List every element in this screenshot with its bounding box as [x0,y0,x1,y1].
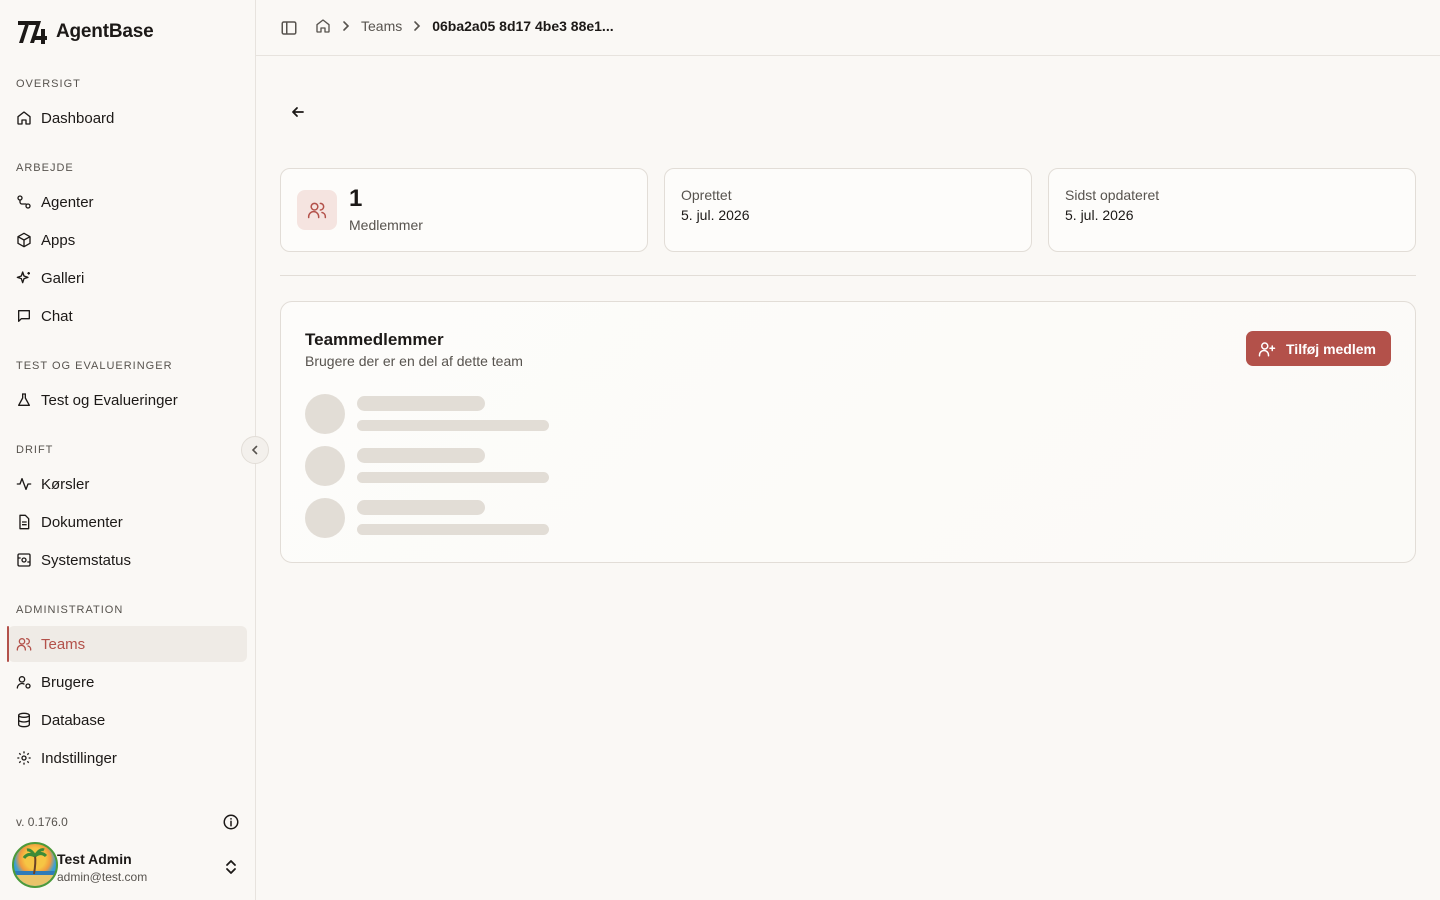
divider [280,275,1416,276]
message-icon [18,310,30,322]
chevron-left-icon [251,445,258,455]
skeleton-avatar [305,498,345,538]
agents-icon [17,195,31,209]
chevron-right-icon [343,21,350,31]
breadcrumb-teams[interactable]: Teams [361,18,402,34]
members-count-label: Medlemmer [349,217,423,233]
add-member-button[interactable]: Tilføj medlem [1246,331,1391,366]
user-menu[interactable]: Test Admin admin@test.com [12,842,248,890]
sidebar-item-label: Systemstatus [41,551,132,569]
sparkles-icon [16,271,30,284]
updated-label: Sidst opdateret [1065,187,1160,203]
sidebar-item-dashboard[interactable]: Dashboard [8,100,247,136]
user-email: admin@test.com [57,870,148,884]
database-icon [18,712,30,728]
topbar: Teams 06ba2a05 8d17 4be3 88e1... [256,0,1440,56]
created-card: Oprettet 5. jul. 2026 [664,168,1032,252]
sidebar-item-label: Teams [41,635,86,653]
skeleton-line [357,420,549,431]
skeleton-avatar [305,446,345,486]
skeleton-line [357,524,549,535]
document-icon [19,514,30,530]
flask-icon [18,393,30,406]
sidebar-item-galleri[interactable]: Galleri [8,260,247,296]
list-item-skeleton [305,446,565,486]
sidebar-item-label: Apps [41,231,76,249]
app-version: v. 0.176.0 [16,815,68,829]
users-icon [16,638,32,651]
breadcrumb-current: 06ba2a05 8d17 4be3 88e1... [432,18,614,34]
sidebar-item-teams[interactable]: Teams [7,626,247,662]
user-name: Test Admin [57,851,132,867]
sidebar-item-label: Dokumenter [41,513,123,531]
sidebar-item-korsler[interactable]: Kørsler [8,466,247,502]
sidebar-toggle-icon[interactable] [280,19,298,37]
section-label-administration: ADMINISTRATION [16,604,124,616]
sidebar-item-label: Galleri [41,269,85,287]
skeleton-line [357,500,485,515]
user-cog-icon [16,676,31,689]
sidebar-item-chat[interactable]: Chat [8,298,247,334]
sidebar-item-label: Brugere [41,673,95,691]
sidebar-item-label: Test og Evalueringer [41,391,178,409]
sidebar-item-label: Agenter [41,193,94,211]
collapse-sidebar-button[interactable] [241,436,269,464]
box-icon [17,232,31,248]
users-icon [297,190,337,230]
section-label-oversigt: OVERSIGT [16,78,81,90]
status-icon [17,553,31,567]
members-count: 1 [349,185,363,212]
team-members-title: Teammedlemmer [305,330,444,349]
created-value: 5. jul. 2026 [681,207,750,223]
app-name: AgentBase [56,21,154,42]
home-icon [17,111,31,125]
sidebar-item-label: Dashboard [41,109,115,127]
section-label-drift: DRIFT [16,444,54,456]
sidebar-item-brugere[interactable]: Brugere [8,664,247,700]
sidebar-item-dokumenter[interactable]: Dokumenter [8,504,247,540]
brand[interactable]: AgentBase [16,18,154,46]
members-count-card: 1 Medlemmer [280,168,648,252]
sidebar: AgentBase OVERSIGT Dashboard ARBEJDE Age… [0,0,256,900]
team-members-subtitle: Brugere der er en del af dette team [305,353,523,369]
home-icon[interactable] [315,18,331,34]
sidebar-item-database[interactable]: Database [8,702,247,738]
skeleton-avatar [305,394,345,434]
section-label-test: TEST OG EVALUERINGER [16,360,173,372]
add-member-label: Tilføj medlem [1286,340,1376,357]
skeleton-line [357,472,549,483]
sidebar-item-label: Indstillinger [41,749,117,767]
updated-value: 5. jul. 2026 [1065,207,1134,223]
updated-card: Sidst opdateret 5. jul. 2026 [1048,168,1416,252]
sidebar-item-indstillinger[interactable]: Indstillinger [8,740,247,776]
info-icon[interactable] [222,813,240,831]
sidebar-item-label: Chat [41,307,73,325]
user-plus-icon [1258,341,1276,356]
avatar [12,842,58,888]
sidebar-item-agenter[interactable]: Agenter [8,184,247,220]
chevrons-up-down-icon [226,860,236,874]
back-arrow-icon[interactable] [288,102,308,122]
chevron-right-icon [414,21,421,31]
agentbase-logo-icon [16,18,48,46]
list-item-skeleton [305,498,565,538]
breadcrumb: Teams 06ba2a05 8d17 4be3 88e1... [315,18,614,34]
sidebar-item-test-evalueringer[interactable]: Test og Evalueringer [8,382,247,418]
team-members-card: Teammedlemmer Brugere der er en del af d… [280,301,1416,563]
skeleton-line [357,396,485,411]
list-item-skeleton [305,394,565,434]
sidebar-item-label: Kørsler [41,475,90,493]
section-label-arbejde: ARBEJDE [16,162,74,174]
sidebar-item-apps[interactable]: Apps [8,222,247,258]
gear-icon [17,751,31,765]
activity-icon [16,478,32,490]
created-label: Oprettet [681,187,732,203]
skeleton-line [357,448,485,463]
sidebar-item-label: Database [41,711,106,729]
sidebar-item-systemstatus[interactable]: Systemstatus [8,542,247,578]
